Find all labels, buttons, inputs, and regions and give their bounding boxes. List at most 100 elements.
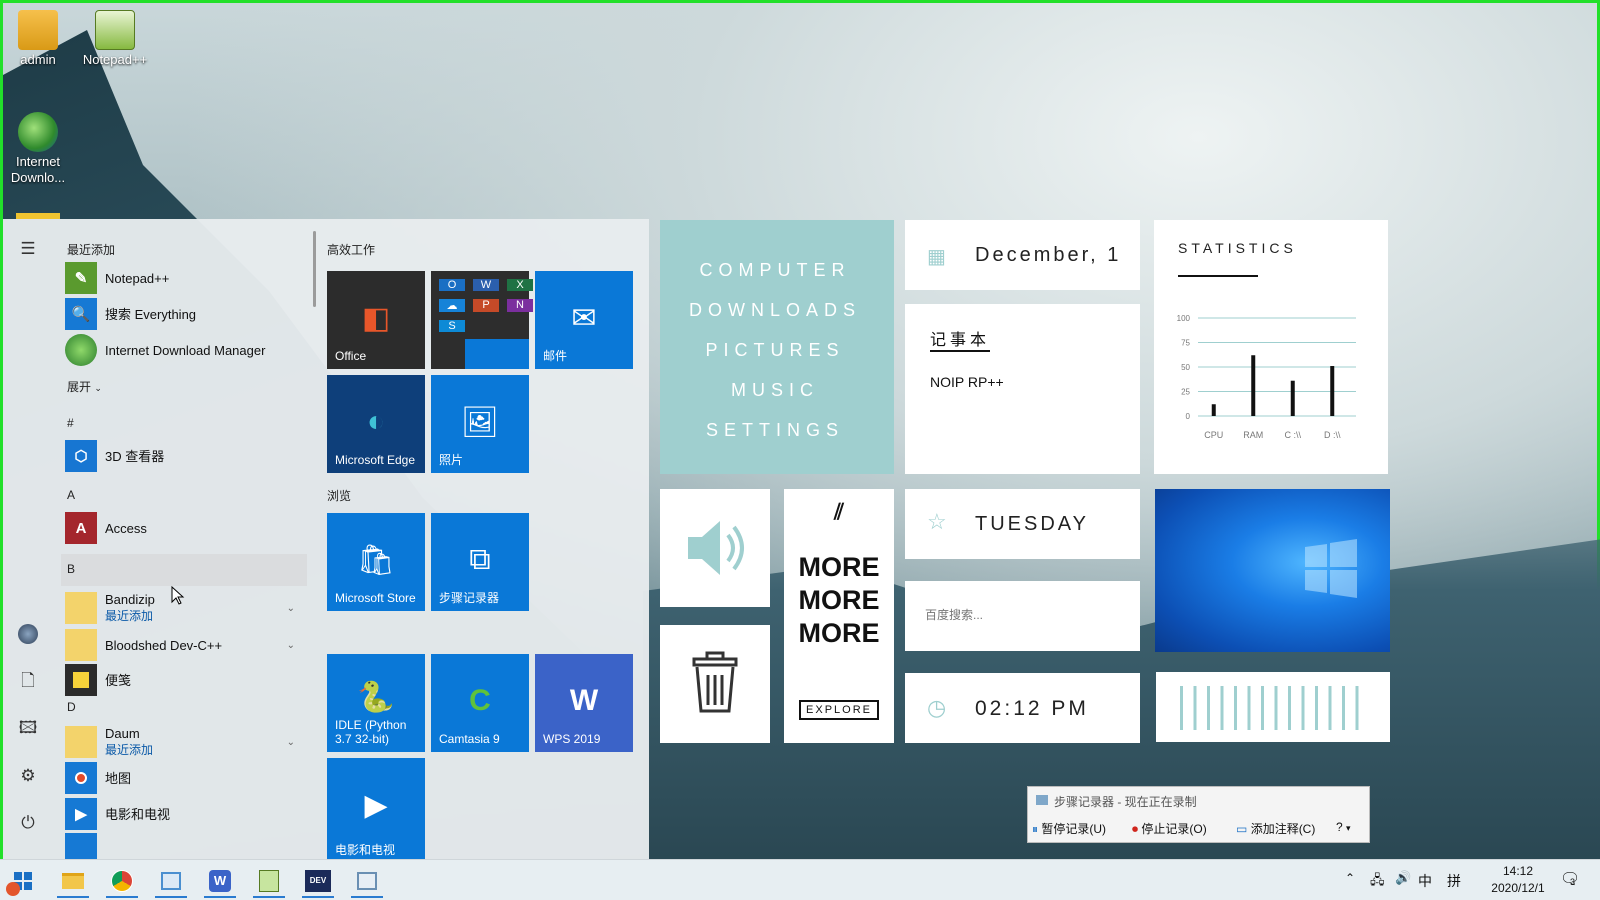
x-tick-label: RAM <box>1243 430 1263 440</box>
barcode-line <box>1207 686 1210 730</box>
app-access[interactable]: A Access <box>61 511 307 545</box>
stop-icon: ⏺ <box>1132 822 1139 836</box>
app-idm[interactable]: Internet Download Manager <box>61 333 307 367</box>
clock-time: 14:12 <box>1502 864 1534 878</box>
hamburger-icon[interactable]: ☰ <box>16 237 40 261</box>
stats-chart: 0 25 50 75 100 CPU RAM C :\\ D :\\ <box>1177 314 1356 440</box>
tile-edge[interactable]: ◐ Microsoft Edge <box>327 375 425 473</box>
section-header-d[interactable]: D <box>67 700 76 714</box>
help-button[interactable]: ? ▾ <box>1336 820 1351 834</box>
x-tick-label: CPU <box>1204 430 1223 440</box>
help-icon: ? <box>1336 820 1343 834</box>
chevron-down-icon[interactable]: ⌄ <box>287 737 295 748</box>
expand-toggle[interactable]: 展开 ⌄ <box>67 378 102 395</box>
clock-icon: ◷ <box>927 695 947 720</box>
section-header-b[interactable]: B <box>67 562 75 576</box>
start-button[interactable] <box>0 864 46 898</box>
pause-record-button[interactable]: ⏸ 暂停记录(U) <box>1032 820 1106 837</box>
window-icon <box>161 872 181 890</box>
app-sticky-notes[interactable]: 便笺 <box>61 663 307 697</box>
stop-record-button[interactable]: ⏺ 停止记录(O) <box>1132 820 1207 837</box>
tile-idle[interactable]: 🐍 IDLE (Python 3.7 32-bit) <box>327 654 425 752</box>
taskbar-devcpp[interactable]: DEV <box>296 864 340 898</box>
windows-wallpaper-tile[interactable] <box>1155 489 1390 652</box>
taskbar-steps-recorder[interactable] <box>345 864 389 898</box>
desktop-icon-admin[interactable]: admin <box>3 10 73 67</box>
tile-store[interactable]: 🛍 Microsoft Store <box>327 513 425 611</box>
desktop-icon-idm[interactable]: Internet Downlo... <box>3 112 73 186</box>
trash-icon <box>692 651 738 713</box>
barcode-widget <box>1156 672 1390 742</box>
ime-indicator[interactable]: 中 <box>1418 871 1432 891</box>
chevron-down-icon[interactable]: ⌄ <box>287 603 295 614</box>
chevron-down-icon: ⌄ <box>94 383 102 393</box>
taskbar-wps[interactable]: W <box>198 864 242 898</box>
clock[interactable]: 14:12 2020/12/1 <box>1468 863 1568 897</box>
play-icon: ▶ <box>65 798 97 830</box>
applist-scrollbar[interactable] <box>313 231 316 307</box>
ime-mode-indicator[interactable]: 拼 <box>1447 871 1461 891</box>
tile-office[interactable]: ◧ Office <box>327 271 425 369</box>
steps-recorder-window: 步骤记录器 - 现在正在录制 ⏸ 暂停记录(U) ⏺ 停止记录(O) ▭ 添加注… <box>1027 786 1370 843</box>
section-header-hash[interactable]: # <box>67 416 74 430</box>
tile-office-apps-folder[interactable]: O W X ☁ P N S <box>431 271 533 369</box>
start-menu: ☰ 🗋 🖾 ⚙ ⏻ 最近添加 ✎ Notepad++ 🔍 搜索 Everythi… <box>3 219 649 859</box>
tile-wps[interactable]: W WPS 2019 <box>535 654 633 752</box>
app-maps[interactable]: 地图 <box>61 761 307 795</box>
nav-music[interactable]: MUSIC <box>660 380 890 401</box>
chevron-down-icon[interactable]: ⌄ <box>287 640 295 651</box>
notes-widget[interactable]: 记事本 NOIP RP++ <box>905 304 1140 474</box>
tile-steps-recorder[interactable]: ⧉ 步骤记录器 <box>431 513 529 611</box>
clock-date: 2020/12/1 <box>1491 881 1545 895</box>
show-hidden-icons-button[interactable]: ⌃ <box>1345 871 1355 885</box>
tile-mail[interactable]: ✉ 邮件 <box>535 271 633 369</box>
tile-photos[interactable]: 🖼 照片 <box>431 375 529 473</box>
app-movies[interactable]: ▶ 电影和电视 <box>61 797 307 831</box>
taskbar-chrome[interactable] <box>100 864 144 898</box>
app-list: 最近添加 ✎ Notepad++ 🔍 搜索 Everything Interne… <box>61 219 311 859</box>
explore-button[interactable]: EXPLORE <box>799 700 879 720</box>
comment-icon: ▭ <box>1236 822 1248 836</box>
stats-title: STATISTICS <box>1178 240 1297 256</box>
wps-icon: W <box>569 684 599 717</box>
tile-group-browse: 浏览 <box>327 489 352 503</box>
recycle-bin-widget[interactable] <box>660 625 770 743</box>
barcode-line <box>1274 686 1278 730</box>
volume-widget[interactable] <box>660 489 770 607</box>
avatar[interactable] <box>16 622 40 646</box>
nav-computer[interactable]: COMPUTER <box>660 260 890 281</box>
y-tick-label: 50 <box>1181 363 1190 372</box>
app-devcpp[interactable]: Bloodshed Dev-C++ ⌄ <box>61 628 307 662</box>
taskbar-file-explorer[interactable] <box>51 864 95 898</box>
windows-logo-icon <box>1305 539 1357 598</box>
documents-icon[interactable]: 🗋 <box>16 669 40 693</box>
tile-camtasia[interactable]: C Camtasia 9 <box>431 654 529 752</box>
search-widget[interactable] <box>905 581 1140 651</box>
settings-gear-icon[interactable]: ⚙ <box>16 764 40 788</box>
volume-icon[interactable]: 🔊 <box>1395 870 1411 886</box>
power-icon[interactable]: ⏻ <box>16 811 40 835</box>
user-folder-icon <box>18 10 58 50</box>
app-3d-viewer[interactable]: ⬡ 3D 查看器 <box>61 439 307 473</box>
nav-settings[interactable]: SETTINGS <box>660 420 890 441</box>
baidu-search-input[interactable] <box>925 605 1125 625</box>
desktop-icon-notepad[interactable]: Notepad++ <box>76 10 154 67</box>
app-notepadpp[interactable]: ✎ Notepad++ <box>61 261 307 295</box>
network-icon[interactable]: 🖧 <box>1370 871 1385 893</box>
add-comment-button[interactable]: ▭ 添加注释(C) <box>1236 820 1315 837</box>
nav-pictures[interactable]: PICTURES <box>660 340 890 361</box>
taskbar-notepadpp[interactable] <box>247 864 291 898</box>
taskbar-app-window[interactable] <box>149 864 193 898</box>
app-everything[interactable]: 🔍 搜索 Everything <box>61 297 307 331</box>
folder-icon <box>65 726 97 758</box>
psr-title: 步骤记录器 - 现在正在录制 <box>1054 795 1197 809</box>
access-icon: A <box>65 512 97 544</box>
section-header-a[interactable]: A <box>67 488 75 502</box>
nav-downloads[interactable]: DOWNLOADS <box>660 300 890 321</box>
more-text-3: MORE <box>798 618 880 648</box>
action-center-button[interactable]: 🗨 3 <box>1560 869 1580 889</box>
tile-movies[interactable]: ▶ 电影和电视 <box>327 758 425 859</box>
folder-icon <box>65 629 97 661</box>
app-daum[interactable]: Daum 最近添加 ⌄ <box>61 725 307 759</box>
pictures-icon[interactable]: 🖾 <box>16 716 40 740</box>
